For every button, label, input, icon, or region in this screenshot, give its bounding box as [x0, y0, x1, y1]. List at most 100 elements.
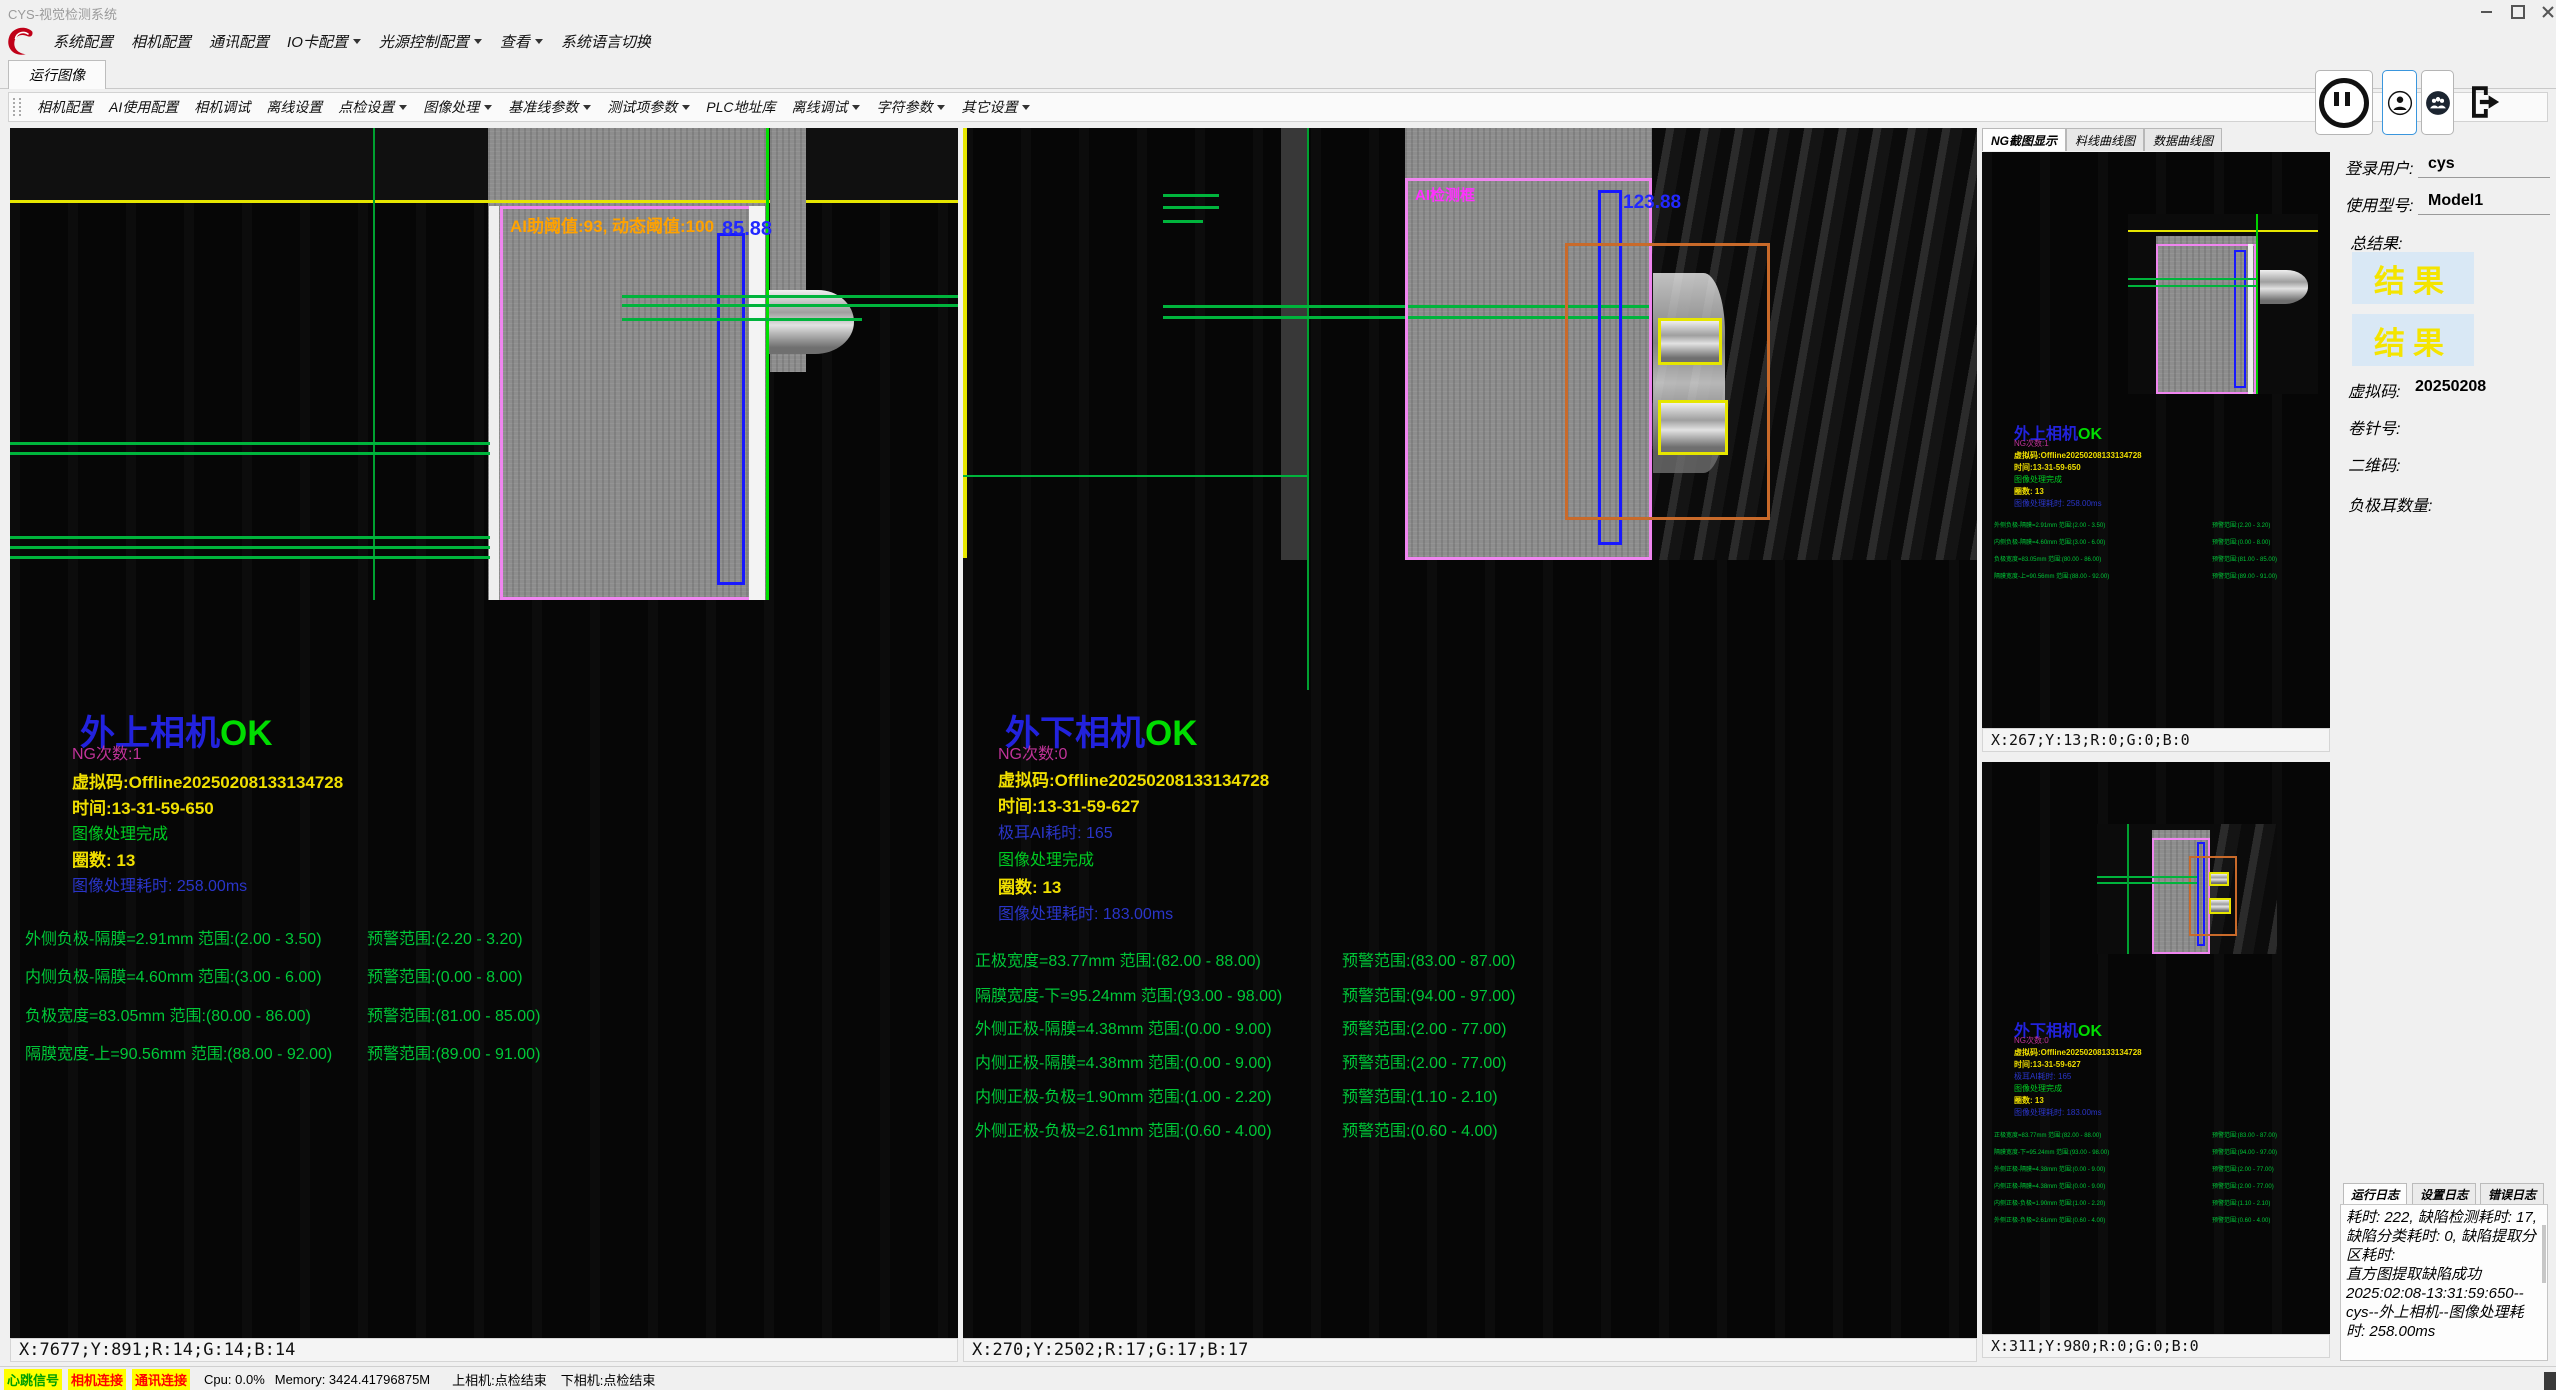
- tool-char-params[interactable]: 字符参数: [868, 97, 953, 117]
- ng-preview-lower-coords: X:311;Y:980;R:0;G:0;B:0: [1982, 1334, 2330, 1358]
- pause-button[interactable]: [2315, 70, 2373, 135]
- menu-system-config[interactable]: 系统配置: [44, 31, 122, 52]
- tool-spot-check-setting[interactable]: 点检设置: [330, 97, 415, 117]
- tool-baseline-params[interactable]: 基准线参数: [500, 97, 599, 117]
- close-button[interactable]: [2534, 2, 2556, 22]
- user-icon: [2387, 90, 2413, 116]
- maximize-icon: [2511, 5, 2525, 19]
- process-done-label: 图像处理完成: [998, 846, 1094, 870]
- tool-image-processing[interactable]: 图像处理: [415, 97, 500, 117]
- dropdown-arrow-icon: [682, 105, 690, 110]
- login-user-label: 登录用户:: [2345, 155, 2413, 179]
- yellow-defect-rect: [1658, 400, 1728, 455]
- ng-preview-upper-coords: X:267;Y:13;R:0;G:0;B:0: [1982, 728, 2330, 752]
- user-button[interactable]: [2382, 70, 2417, 135]
- dropdown-arrow-icon: [474, 39, 482, 44]
- dropdown-arrow-icon: [484, 105, 492, 110]
- log-panel[interactable]: 耗时: 222, 缺陷检测耗时: 17, 缺陷分类耗时: 0, 缺陷提取分区耗时…: [2340, 1204, 2548, 1361]
- green-measure-line: [10, 536, 490, 539]
- dropdown-arrow-icon: [1022, 105, 1030, 110]
- metal-tab-object: [768, 290, 854, 354]
- tab-settings-log[interactable]: 设置日志: [2412, 1183, 2476, 1205]
- menu-comm-config[interactable]: 通讯配置: [200, 31, 278, 52]
- exit-button[interactable]: [2462, 72, 2510, 132]
- time-label: 时间:13-31-59-627: [998, 792, 1140, 817]
- ai-detect-box-label: AI检测框: [1415, 184, 1475, 205]
- tab-data-curve[interactable]: 数据曲线图: [2144, 128, 2222, 151]
- toolbar-grip[interactable]: [13, 98, 21, 116]
- green-reference-line-vertical: [1307, 128, 1309, 690]
- yellow-reference-line: [10, 200, 958, 203]
- tab-ai-time-label: 极耳AI耗时: 165: [998, 819, 1113, 843]
- menu-light-control-config[interactable]: 光源控制配置: [370, 31, 491, 52]
- app-logo: [4, 25, 38, 57]
- green-measure-line: [10, 442, 490, 445]
- maximize-button[interactable]: [2504, 2, 2532, 22]
- window-resize-corner[interactable]: [2544, 1372, 2556, 1390]
- cpu-usage: Cpu: 0.0%: [204, 1372, 265, 1387]
- green-measure-line: [10, 452, 490, 455]
- yellow-edge-line: [963, 128, 967, 558]
- upper-camera-view[interactable]: AI助阈值:93, 动态阈值:100 85.88 外上相机OK NG次数:1 虚…: [10, 128, 958, 1338]
- green-measure-line: [963, 475, 1307, 477]
- white-edge-strip-left: [489, 206, 499, 600]
- tool-offline-setting[interactable]: 离线设置: [258, 97, 330, 117]
- green-measure-line: [1163, 194, 1219, 197]
- tool-test-item-params[interactable]: 测试项参数: [599, 97, 698, 117]
- menu-bar: 系统配置 相机配置 通讯配置 IO卡配置 光源控制配置 查看 系统语言切换: [0, 24, 2556, 58]
- time-label: 时间:13-31-59-650: [72, 794, 214, 819]
- menu-io-card-config[interactable]: IO卡配置: [278, 31, 370, 52]
- dropdown-arrow-icon: [852, 105, 860, 110]
- exit-icon: [2465, 81, 2507, 123]
- green-measure-line: [622, 318, 862, 321]
- tool-offline-debug[interactable]: 离线调试: [783, 97, 868, 117]
- login-underline: [2418, 177, 2550, 178]
- user-group-button[interactable]: [2421, 70, 2454, 135]
- virtual-code-field-value: 20250208: [2415, 378, 2486, 396]
- total-result-label: 总结果:: [2350, 230, 2402, 254]
- menu-view[interactable]: 查看: [491, 31, 552, 52]
- green-measure-line: [622, 304, 958, 307]
- model-value[interactable]: Model1: [2428, 192, 2483, 210]
- tab-run-image[interactable]: 运行图像: [8, 60, 106, 89]
- negative-tab-count-label: 负极耳数量:: [2348, 492, 2432, 516]
- tool-other-settings[interactable]: 其它设置: [953, 97, 1038, 117]
- upper-camera-coords: X:7677;Y:891;R:14;G:14;B:14: [10, 1338, 958, 1362]
- process-time-label: 图像处理耗时: 258.00ms: [72, 872, 247, 896]
- tool-plc-address-lib[interactable]: PLC地址库: [698, 97, 783, 117]
- camera-image-top-strip: [10, 128, 958, 200]
- pause-icon: [2319, 78, 2369, 128]
- menu-camera-config[interactable]: 相机配置: [122, 31, 200, 52]
- dropdown-arrow-icon: [535, 39, 543, 44]
- tab-run-log[interactable]: 运行日志: [2343, 1183, 2407, 1205]
- menu-language-switch[interactable]: 系统语言切换: [552, 31, 660, 52]
- tool-camera-debug[interactable]: 相机调试: [186, 97, 258, 117]
- dropdown-arrow-icon: [583, 105, 591, 110]
- login-user-value[interactable]: cys: [2428, 155, 2455, 173]
- log-scrollbar[interactable]: [2542, 1225, 2546, 1283]
- orange-roi-rect: [1565, 243, 1770, 520]
- model-underline: [2418, 214, 2550, 215]
- measure-value-label: 85.88: [722, 218, 772, 241]
- ng-preview-lower[interactable]: 外下相机OK NG次数:0 虚拟码:Offline202502081331347…: [1982, 762, 2330, 1334]
- measurement-row: 外侧负极-隔膜=2.91mm 范围:(2.00 - 3.50)预警范围:(2.2…: [25, 925, 322, 949]
- user-group-icon: [2425, 90, 2451, 116]
- tab-line-curve[interactable]: 料线曲线图: [2066, 128, 2144, 151]
- measurement-row: 内侧正极-隔膜=4.38mm 范围:(0.00 - 9.00)预警范围:(2.0…: [975, 1049, 1272, 1073]
- heartbeat-status: 心跳信号: [4, 1369, 62, 1390]
- ng-preview-upper[interactable]: 外上相机OK NG次数:1 虚拟码:Offline202502081331347…: [1982, 152, 2330, 728]
- lower-camera-view[interactable]: AI检测框 123.88 外下相机OK NG次数:0 虚拟码:Offline20…: [963, 128, 1977, 1338]
- tool-ai-use-config[interactable]: AI使用配置: [101, 97, 186, 117]
- measurement-row: 内侧正极-负极=1.90mm 范围:(1.00 - 2.20)预警范围:(1.1…: [975, 1083, 1272, 1107]
- tab-ng-snapshot[interactable]: NG截图显示: [1982, 128, 2066, 151]
- dropdown-arrow-icon: [399, 105, 407, 110]
- green-reference-line-vertical: [373, 128, 375, 600]
- minimize-button[interactable]: [2472, 2, 2500, 22]
- tab-error-log[interactable]: 错误日志: [2480, 1183, 2544, 1205]
- comm-link-status: 通讯连接: [132, 1369, 190, 1390]
- page-tab-strip: 运行图像: [0, 58, 2556, 89]
- measurement-row: 外侧正极-隔膜=4.38mm 范围:(0.00 - 9.00)预警范围:(2.0…: [975, 1015, 1272, 1039]
- virtual-code-label: 虚拟码:Offline20250208133134728: [998, 766, 1269, 791]
- green-edge-line: [766, 128, 769, 600]
- tool-camera-config[interactable]: 相机配置: [29, 97, 101, 117]
